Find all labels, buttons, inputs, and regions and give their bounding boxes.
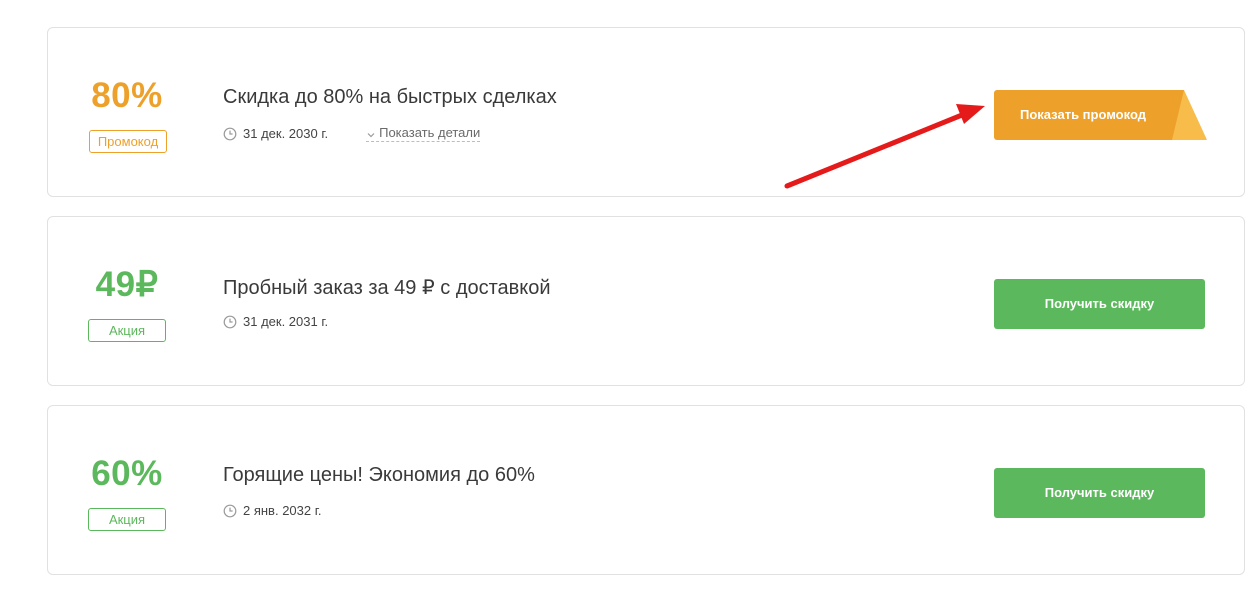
offer-card: 60% Акция Горящие цены! Экономия до 60% …	[47, 405, 1245, 575]
clock-icon	[223, 127, 237, 141]
offer-expiry-date: 2 янв. 2032 г.	[243, 503, 322, 518]
offer-expiry-date: 31 дек. 2030 г.	[243, 126, 329, 141]
offer-amount: 49₽	[95, 265, 159, 304]
offer-card: 49₽ Акция Пробный заказ за 49 ₽ с достав…	[47, 216, 1245, 386]
clock-icon	[223, 504, 237, 518]
get-discount-button[interactable]: Получить скидку	[994, 468, 1205, 518]
show-details-link[interactable]: Показать детали	[366, 125, 481, 142]
chevron-down-icon	[366, 128, 376, 138]
offer-title: Скидка до 80% на быстрых сделках	[223, 86, 557, 108]
offer-amount: 80%	[91, 76, 163, 115]
show-promo-code-button[interactable]: Показать промокод	[994, 90, 1207, 140]
offer-title: Пробный заказ за 49 ₽ с доставкой	[223, 277, 551, 299]
offer-type-badge: Акция	[88, 319, 166, 342]
offer-meta: 31 дек. 2031 г.	[223, 314, 328, 329]
show-details-label: Показать детали	[379, 125, 481, 140]
offer-title: Горящие цены! Экономия до 60%	[223, 464, 535, 486]
offer-card: 80% Промокод Скидка до 80% на быстрых сд…	[47, 27, 1245, 197]
offer-type-badge: Акция	[88, 508, 166, 531]
get-discount-button[interactable]: Получить скидку	[994, 279, 1205, 329]
offer-expiry-date: 31 дек. 2031 г.	[243, 314, 329, 329]
clock-icon	[223, 315, 237, 329]
offer-amount: 60%	[91, 454, 163, 493]
offer-meta: 2 янв. 2032 г.	[223, 503, 322, 518]
offer-type-badge: Промокод	[89, 130, 167, 153]
show-promo-code-label: Показать промокод	[1020, 107, 1146, 122]
offer-meta: 31 дек. 2030 г. Показать детали	[223, 125, 481, 142]
